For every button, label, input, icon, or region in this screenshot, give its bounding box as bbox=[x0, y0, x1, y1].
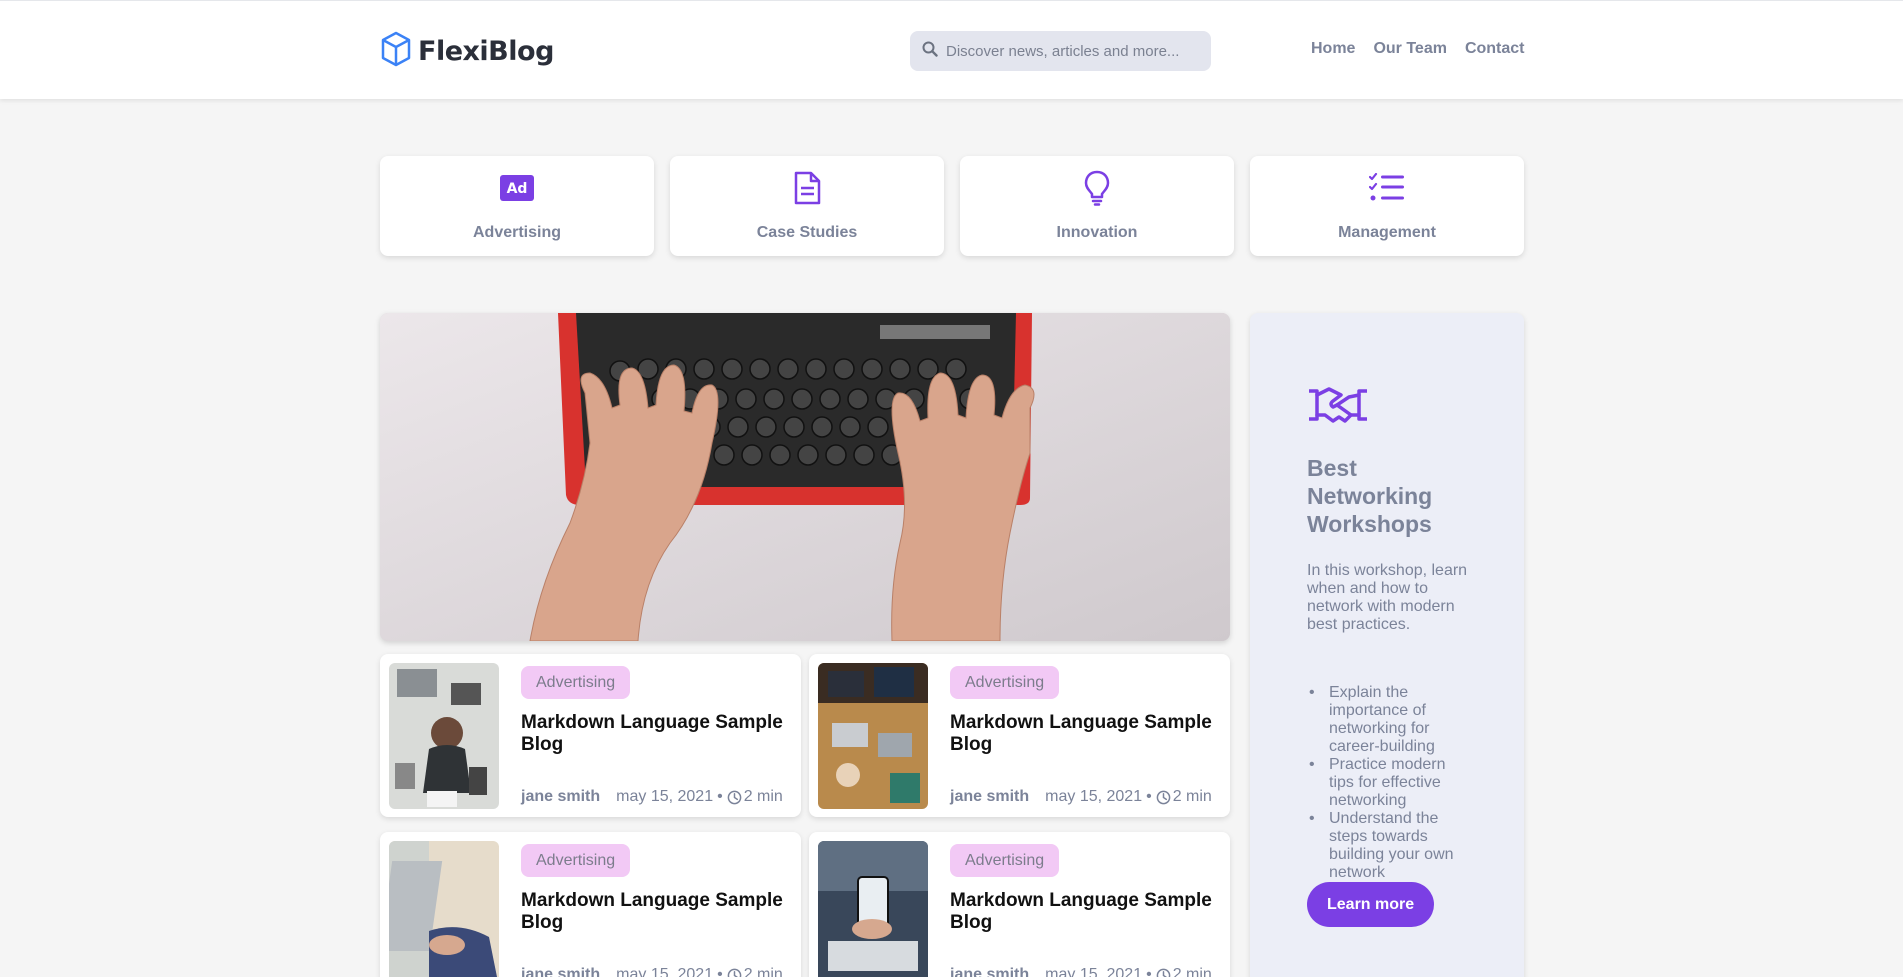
main-nav: Home Our Team Contact bbox=[1311, 40, 1525, 58]
post-read-time: 2 min bbox=[1172, 788, 1212, 805]
category-label: Case Studies bbox=[756, 224, 858, 241]
post-title[interactable]: Markdown Language Sample Blog bbox=[521, 712, 791, 756]
post-title[interactable]: Markdown Language Sample Blog bbox=[950, 890, 1220, 934]
workshop-description: In this workshop, learn when and how to … bbox=[1307, 562, 1468, 633]
workshop-bullet-list: Explain the importance of networking for… bbox=[1307, 684, 1472, 882]
post-read-time: 2 min bbox=[743, 788, 783, 805]
nav-our-team-link[interactable]: Our Team bbox=[1373, 40, 1447, 58]
clock-icon bbox=[727, 968, 742, 977]
workshop-title: Best Networking Workshops bbox=[1307, 455, 1433, 537]
ad-icon: Ad bbox=[380, 168, 654, 208]
brand-logo[interactable]: FlexiBlog bbox=[380, 31, 554, 72]
learn-more-button[interactable]: Learn more bbox=[1307, 882, 1435, 927]
nav-contact-link[interactable]: Contact bbox=[1465, 40, 1525, 58]
category-label: Management bbox=[1338, 224, 1436, 241]
post-thumbnail[interactable] bbox=[818, 841, 928, 977]
post-tag[interactable]: Advertising bbox=[950, 844, 1060, 877]
nav-home-link[interactable]: Home bbox=[1311, 40, 1355, 58]
post-card-1[interactable]: Advertising Markdown Language Sample Blo… bbox=[380, 654, 801, 817]
post-date: may 15, 2021 bbox=[616, 788, 714, 805]
post-meta: jane smith may 15, 2021 • 2 min bbox=[521, 966, 783, 977]
post-tag[interactable]: Advertising bbox=[521, 666, 631, 699]
workshop-sidebar: Best Networking Workshops In this worksh… bbox=[1250, 313, 1524, 977]
post-tag[interactable]: Advertising bbox=[950, 666, 1060, 699]
post-card-4[interactable]: Advertising Markdown Language Sample Blo… bbox=[809, 832, 1230, 977]
post-date: may 15, 2021 bbox=[1045, 966, 1143, 977]
list-item: Explain the importance of networking for… bbox=[1307, 684, 1472, 756]
post-author[interactable]: jane smith bbox=[950, 966, 1029, 977]
post-thumbnail[interactable] bbox=[389, 663, 499, 809]
clock-icon bbox=[1156, 790, 1171, 805]
lightbulb-icon bbox=[960, 168, 1234, 208]
checklist-icon bbox=[1250, 168, 1524, 208]
post-title[interactable]: Markdown Language Sample Blog bbox=[950, 712, 1220, 756]
svg-text:Ad: Ad bbox=[507, 181, 528, 197]
hero-image[interactable] bbox=[380, 313, 1230, 641]
post-author[interactable]: jane smith bbox=[521, 966, 600, 977]
top-header: FlexiBlog Home Our Team Contact bbox=[0, 0, 1903, 99]
brand-name: FlexiBlog bbox=[418, 36, 554, 67]
post-date: may 15, 2021 bbox=[616, 966, 714, 977]
meta-separator: • bbox=[1146, 788, 1152, 805]
post-read-time: 2 min bbox=[1172, 966, 1212, 977]
post-card-2[interactable]: Advertising Markdown Language Sample Blo… bbox=[809, 654, 1230, 817]
category-card-advertising[interactable]: Ad Advertising bbox=[380, 156, 654, 256]
list-item: Practice modern tips for effective netwo… bbox=[1307, 756, 1472, 810]
post-thumbnail[interactable] bbox=[389, 841, 499, 977]
category-label: Advertising bbox=[472, 224, 561, 241]
meta-separator: • bbox=[1146, 966, 1152, 977]
list-item: Understand the steps towards building yo… bbox=[1307, 810, 1472, 882]
meta-separator: • bbox=[717, 966, 723, 977]
document-icon bbox=[670, 168, 944, 208]
post-card-3[interactable]: Advertising Markdown Language Sample Blo… bbox=[380, 832, 801, 977]
post-read-time: 2 min bbox=[743, 966, 783, 977]
category-label: Innovation bbox=[1056, 224, 1138, 241]
meta-separator: • bbox=[717, 788, 723, 805]
post-date: may 15, 2021 bbox=[1045, 788, 1143, 805]
post-author[interactable]: jane smith bbox=[950, 788, 1029, 806]
post-meta: jane smith may 15, 2021 • 2 min bbox=[950, 966, 1212, 977]
category-card-innovation[interactable]: Innovation bbox=[960, 156, 1234, 256]
clock-icon bbox=[1156, 968, 1171, 977]
post-thumbnail[interactable] bbox=[818, 663, 928, 809]
search-input[interactable] bbox=[946, 42, 1186, 60]
post-meta: jane smith may 15, 2021 • 2 min bbox=[950, 788, 1212, 806]
search-icon bbox=[922, 41, 938, 62]
category-card-management[interactable]: Management bbox=[1250, 156, 1524, 256]
post-author[interactable]: jane smith bbox=[521, 788, 600, 806]
handshake-icon bbox=[1307, 385, 1369, 430]
cube-icon bbox=[380, 31, 412, 72]
post-meta: jane smith may 15, 2021 • 2 min bbox=[521, 788, 783, 806]
post-tag[interactable]: Advertising bbox=[521, 844, 631, 877]
category-card-case-studies[interactable]: Case Studies bbox=[670, 156, 944, 256]
search-bar[interactable] bbox=[910, 31, 1211, 71]
post-title[interactable]: Markdown Language Sample Blog bbox=[521, 890, 791, 934]
clock-icon bbox=[727, 790, 742, 805]
